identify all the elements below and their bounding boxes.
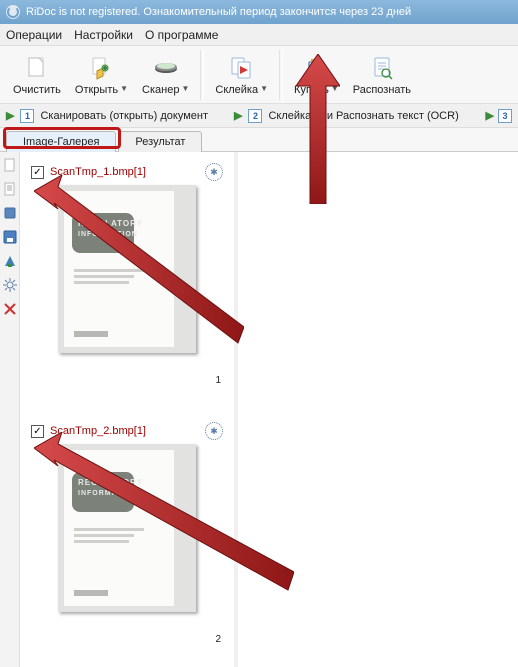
step-1-badge: 1 bbox=[20, 109, 34, 123]
sun-icon[interactable] bbox=[3, 278, 17, 292]
chevron-down-icon: ▼ bbox=[120, 84, 128, 93]
thumb-checkbox[interactable]: ✓ bbox=[31, 166, 44, 179]
sidebar bbox=[0, 152, 20, 667]
glue-button[interactable]: Склейка▼ bbox=[208, 48, 275, 102]
separator bbox=[200, 50, 204, 100]
save-icon[interactable] bbox=[3, 230, 17, 244]
recognize-button[interactable]: Распознать bbox=[346, 48, 418, 102]
glue-label: Склейка bbox=[215, 84, 258, 96]
title-bar: RiDoc is not registered. Ознакомительный… bbox=[0, 0, 518, 24]
book-settings-icon[interactable] bbox=[3, 206, 17, 220]
scanner-button[interactable]: Сканер▼ bbox=[135, 48, 196, 102]
recognize-icon bbox=[368, 54, 396, 82]
doc-text: INFORMATION bbox=[78, 490, 138, 497]
step-2-badge: 2 bbox=[248, 109, 262, 123]
color-picker-icon[interactable] bbox=[3, 254, 17, 268]
clear-button[interactable]: Очистить bbox=[6, 48, 68, 102]
buy-button[interactable]: Купить▼ bbox=[287, 48, 346, 102]
buy-label: Купить bbox=[294, 84, 329, 96]
scanner-icon bbox=[152, 54, 180, 82]
thumb-page-number: 2 bbox=[27, 612, 227, 667]
open-button[interactable]: Открыть▼ bbox=[68, 48, 135, 102]
app-icon bbox=[6, 5, 20, 19]
page-icon[interactable] bbox=[3, 158, 17, 172]
step-1-text[interactable]: Сканировать (открыть) документ bbox=[40, 110, 208, 122]
close-icon[interactable] bbox=[3, 302, 17, 316]
chevron-down-icon: ▼ bbox=[181, 84, 189, 93]
thumb-item[interactable]: ✓ ScanTmp_2.bmp[1] ✱ REGULATORY INFORMAT… bbox=[24, 417, 230, 667]
thumb-checkbox[interactable]: ✓ bbox=[31, 425, 44, 438]
open-label: Открыть bbox=[75, 84, 118, 96]
steps-bar: ▶ 1 Сканировать (открыть) документ ▶ 2 С… bbox=[0, 104, 518, 128]
image-gallery: ✓ ScanTmp_1.bmp[1] ✱ REGULATORY INFORMAT… bbox=[20, 152, 238, 667]
tab-result-label: Результат bbox=[135, 136, 185, 148]
doc-text: REGULATORY bbox=[78, 478, 143, 487]
page-clear-icon bbox=[23, 54, 51, 82]
arrow-right-icon: ▶ bbox=[234, 109, 242, 122]
doc-text: INFORMATION bbox=[78, 231, 138, 238]
window-title: RiDoc is not registered. Ознакомительный… bbox=[26, 6, 411, 18]
folder-open-icon bbox=[87, 54, 115, 82]
scanner-label: Сканер bbox=[142, 84, 179, 96]
menu-about[interactable]: О программе bbox=[145, 28, 218, 42]
tab-image-gallery-label: Image-Галерея bbox=[23, 136, 99, 148]
thumb-badge-icon[interactable]: ✱ bbox=[205, 422, 223, 440]
arrow-right-icon: ▶ bbox=[486, 109, 494, 122]
menu-operations[interactable]: Операции bbox=[6, 28, 62, 42]
recognize-label: Распознать bbox=[353, 84, 411, 96]
document-lines-icon[interactable] bbox=[3, 182, 17, 196]
thumb-page-number: 1 bbox=[27, 353, 227, 414]
glue-pages-icon bbox=[228, 54, 256, 82]
separator bbox=[279, 50, 283, 100]
thumb-badge-icon[interactable]: ✱ bbox=[205, 163, 223, 181]
toolbar: Очистить Открыть▼ Сканер▼ Склейка▼ bbox=[0, 46, 518, 104]
workspace: ✓ ScanTmp_1.bmp[1] ✱ REGULATORY INFORMAT… bbox=[0, 152, 518, 667]
step-3-badge: 3 bbox=[498, 109, 512, 123]
clear-label: Очистить bbox=[13, 84, 61, 96]
thumb-page[interactable]: REGULATORY INFORMATION bbox=[58, 185, 196, 353]
tab-result[interactable]: Результат bbox=[118, 131, 202, 152]
chevron-down-icon: ▼ bbox=[331, 84, 339, 93]
step-2-text[interactable]: Склейка или Распознать текст (OCR) bbox=[268, 110, 458, 122]
thumb-item[interactable]: ✓ ScanTmp_1.bmp[1] ✱ REGULATORY INFORMAT… bbox=[24, 158, 230, 417]
chevron-down-icon: ▼ bbox=[260, 84, 268, 93]
menu-bar: Операции Настройки О программе bbox=[0, 24, 518, 46]
thumb-page[interactable]: REGULATORY INFORMATION bbox=[58, 444, 196, 612]
doc-text: REGULATORY bbox=[78, 219, 143, 228]
tab-bar: Image-Галерея Результат bbox=[0, 128, 518, 152]
arrow-right-icon: ▶ bbox=[6, 109, 14, 122]
menu-settings[interactable]: Настройки bbox=[74, 28, 133, 42]
tab-image-gallery[interactable]: Image-Галерея bbox=[6, 131, 116, 152]
thumb-filename: ScanTmp_2.bmp[1] bbox=[50, 425, 146, 437]
cart-icon bbox=[302, 54, 330, 82]
thumb-filename: ScanTmp_1.bmp[1] bbox=[50, 166, 146, 178]
